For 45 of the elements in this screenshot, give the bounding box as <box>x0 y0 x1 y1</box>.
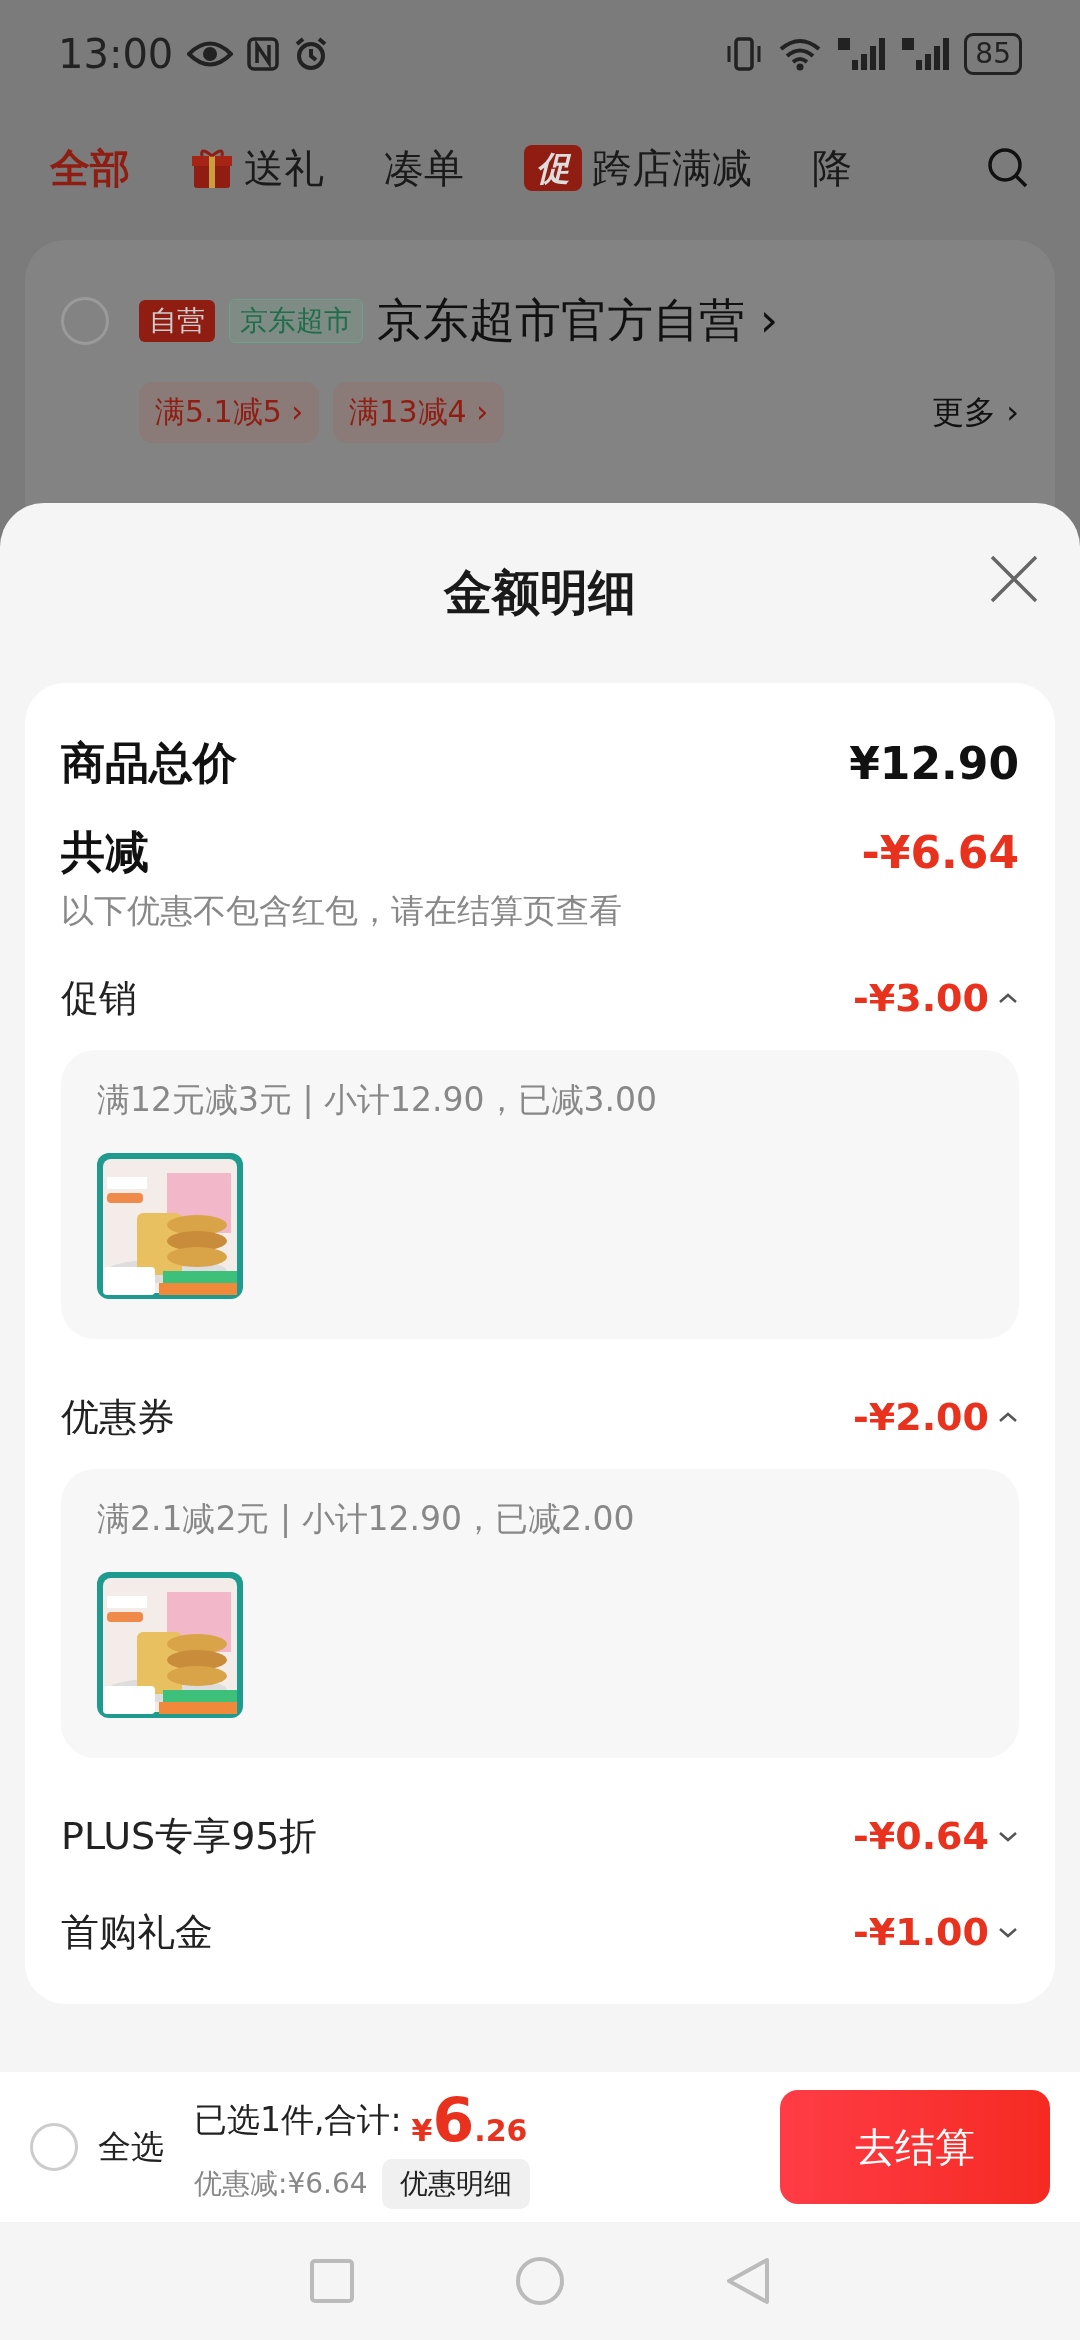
store-tag: 自营 <box>139 300 215 342</box>
checkout-button[interactable]: 去结算 <box>780 2090 1050 2204</box>
discount-amount[interactable]: -¥1.00 <box>853 1910 1019 1954</box>
signal-icon <box>900 36 951 72</box>
battery-level: 85 <box>964 33 1022 75</box>
nfc-icon <box>247 37 280 71</box>
reduced-amount: -¥6.64 <box>861 826 1019 878</box>
category-tab[interactable]: 促 跨店满减 <box>524 140 752 196</box>
store-tag: 京东超市 <box>229 299 363 343</box>
back-icon[interactable] <box>725 2256 771 2306</box>
discount-label: PLUS专享95折 <box>61 1812 318 1860</box>
sheet-title: 金额明细 <box>444 563 636 622</box>
discount-amount[interactable]: -¥0.64 <box>853 1814 1019 1858</box>
discount-rule: 满12元减3元 | 小计12.90，已减3.00 <box>97 1079 659 1121</box>
wifi-icon <box>778 37 823 71</box>
discount-label: 促销 <box>61 974 137 1022</box>
category-tab[interactable]: 降 <box>812 140 852 196</box>
status-time: 13:00 <box>58 31 174 77</box>
discount-label: 优惠券 <box>61 1393 175 1441</box>
coupon-tag[interactable]: 满5.1减5 › <box>139 382 320 443</box>
total-amount: ¥12.90 <box>849 737 1019 789</box>
recent-apps-icon[interactable] <box>309 2258 355 2304</box>
discount-note: 以下优惠不包含红包，请在结算页查看 <box>61 890 623 932</box>
coupon-tag[interactable]: 满13减4 › <box>333 382 505 443</box>
category-tab[interactable]: 送礼 <box>190 140 324 196</box>
select-all-label[interactable]: 全选 <box>98 2124 164 2170</box>
discount-label: 首购礼金 <box>61 1908 213 1956</box>
more-link[interactable]: 更多 › <box>932 390 1019 435</box>
saved-amount: 优惠减:¥6.64 <box>194 2166 368 2202</box>
selected-summary: 已选1件,合计: <box>194 2098 402 2141</box>
category-tab[interactable]: 凑单 <box>384 140 464 196</box>
reduced-label: 共减 <box>61 824 149 879</box>
total-label: 商品总价 <box>61 735 237 790</box>
close-icon[interactable] <box>988 553 1040 605</box>
discount-amount[interactable]: -¥2.00 <box>853 1395 1019 1439</box>
search-icon[interactable] <box>986 146 1030 190</box>
signal-icon <box>836 36 887 72</box>
store-name[interactable]: 京东超市官方自营 › <box>377 290 779 352</box>
total-price: ¥6.26 <box>411 2085 528 2155</box>
eye-icon <box>187 39 234 69</box>
discount-amount[interactable]: -¥3.00 <box>853 976 1019 1020</box>
home-icon[interactable] <box>515 2256 565 2306</box>
select-all-checkbox[interactable] <box>30 2123 78 2171</box>
discount-rule: 满2.1减2元 | 小计12.90，已减2.00 <box>97 1498 636 1540</box>
discount-detail-button[interactable]: 优惠明细 <box>381 2159 530 2209</box>
